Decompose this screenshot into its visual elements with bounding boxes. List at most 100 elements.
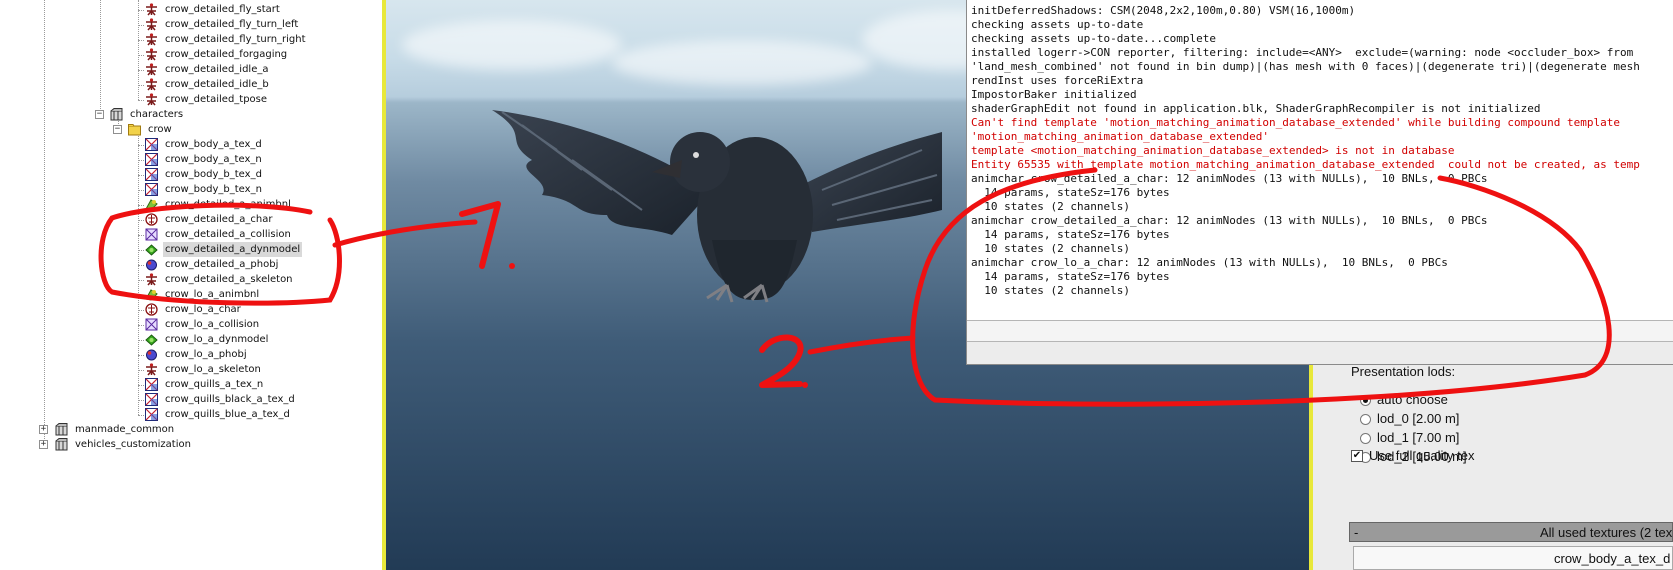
tree-item-label: characters bbox=[130, 109, 184, 120]
animbnl-icon bbox=[145, 288, 158, 301]
tree-connector bbox=[138, 220, 144, 221]
tree-item-crow-detailed-fly-start[interactable]: crow_detailed_fly_start bbox=[145, 2, 282, 17]
dynmodel-icon bbox=[145, 243, 158, 256]
texture-row-label: crow_body_a_tex_d bbox=[1554, 551, 1671, 566]
expand-vehicles-customization-toggle[interactable]: + bbox=[39, 440, 48, 449]
console-line: 10 states (2 channels) bbox=[971, 200, 1130, 213]
tree-item-crow-detailed-fly-turn-right[interactable]: crow_detailed_fly_turn_right bbox=[145, 32, 308, 47]
tree-item-crow-detailed-a-skeleton[interactable]: crow_detailed_a_skeleton bbox=[145, 272, 295, 287]
phobj-icon bbox=[145, 258, 158, 271]
tree-item-crow-quills-blue-a-tex-d[interactable]: crow_quills_blue_a_tex_d bbox=[145, 407, 292, 422]
tree-item-label: crow_quills_black_a_tex_d bbox=[165, 394, 295, 405]
tree-item-label: crow_detailed_idle_b bbox=[165, 79, 269, 90]
tree-item-crow-body-b-tex-n[interactable]: crow_body_b_tex_n bbox=[145, 182, 264, 197]
animbnl-icon bbox=[145, 198, 158, 211]
texture-icon bbox=[145, 393, 158, 406]
console-line: animchar crow_detailed_a_char: 12 animNo… bbox=[971, 172, 1488, 185]
tree-item-label: crow_detailed_forgaging bbox=[165, 49, 288, 60]
console-line: 14 params, stateSz=176 bytes bbox=[971, 270, 1170, 283]
tree-item-crow[interactable]: crow bbox=[128, 122, 174, 137]
tree-item-crow-detailed-idle-b[interactable]: crow_detailed_idle_b bbox=[145, 77, 271, 92]
skeleton-icon bbox=[145, 33, 158, 46]
skeleton-icon bbox=[145, 63, 158, 76]
tree-item-crow-quills-black-a-tex-d[interactable]: crow_quills_black_a_tex_d bbox=[145, 392, 297, 407]
lod-radio-label: lod_0 [2.00 m] bbox=[1377, 411, 1460, 426]
phobj-icon bbox=[145, 348, 158, 361]
tree-item-crow-body-b-tex-d[interactable]: crow_body_b_tex_d bbox=[145, 167, 264, 182]
console-log[interactable]: initDeferredShadows: CSM(2048,2x2,100m,0… bbox=[967, 0, 1673, 320]
tree-item-crow-lo-a-skeleton[interactable]: crow_lo_a_skeleton bbox=[145, 362, 263, 377]
viewport-border-left bbox=[382, 0, 386, 570]
tree-item-crow-lo-a-phobj[interactable]: crow_lo_a_phobj bbox=[145, 347, 249, 362]
tree-item-crow-detailed-a-phobj[interactable]: crow_detailed_a_phobj bbox=[145, 257, 280, 272]
tree-item-crow-lo-a-animbnl[interactable]: crow_lo_a_animbnl bbox=[145, 287, 261, 302]
console-command-input[interactable] bbox=[967, 320, 1673, 342]
lod-radio-0[interactable] bbox=[1360, 395, 1371, 406]
tree-item-crow-detailed-a-collision[interactable]: crow_detailed_a_collision bbox=[145, 227, 293, 242]
tree-connector bbox=[138, 325, 144, 326]
tree-item-label: crow_quills_a_tex_n bbox=[165, 379, 264, 390]
tree-item-characters[interactable]: characters bbox=[110, 107, 185, 122]
tree-item-crow-body-a-tex-n[interactable]: crow_body_a_tex_n bbox=[145, 152, 264, 167]
asset-tree[interactable]: crow_detailed_fly_start crow_detailed_fly… bbox=[0, 0, 382, 570]
texture-icon bbox=[145, 153, 158, 166]
tree-item-crow-detailed-fly-turn-left[interactable]: crow_detailed_fly_turn_left bbox=[145, 17, 300, 32]
tree-item-label: vehicles_customization bbox=[75, 439, 191, 450]
console-error-line: 'motion_matching_animation_database_exte… bbox=[971, 130, 1270, 143]
tree-item-label: crow_detailed_fly_turn_left bbox=[165, 19, 299, 30]
tree-connector bbox=[44, 0, 45, 445]
lod-radio-2[interactable] bbox=[1360, 433, 1371, 444]
collision-icon bbox=[145, 228, 158, 241]
tree-connector bbox=[138, 25, 144, 26]
tree-item-label: crow_detailed_a_skeleton bbox=[165, 274, 293, 285]
console-line: initDeferredShadows: CSM(2048,2x2,100m,0… bbox=[971, 4, 1356, 17]
tree-item-crow-detailed-a-dynmodel[interactable]: crow_detailed_a_dynmodel bbox=[145, 242, 303, 257]
tree-item-label: crow_lo_a_animbnl bbox=[165, 289, 260, 300]
use-full-quality-checkbox[interactable]: ✔ bbox=[1351, 450, 1363, 462]
skeleton-icon bbox=[145, 273, 158, 286]
tree-item-crow-detailed-a-animbnl[interactable]: crow_detailed_a_animbnl bbox=[145, 197, 293, 212]
tree-connector bbox=[138, 85, 144, 86]
lod-radio-1[interactable] bbox=[1360, 414, 1371, 425]
console-line: animchar crow_detailed_a_char: 12 animNo… bbox=[971, 214, 1488, 227]
tree-item-crow-lo-a-char[interactable]: crow_lo_a_char bbox=[145, 302, 243, 317]
tree-connector bbox=[138, 205, 144, 206]
textures-header-label: All used textures (2 tex bbox=[1540, 525, 1673, 540]
texture-icon bbox=[145, 183, 158, 196]
collapse-characters-toggle[interactable]: − bbox=[95, 110, 104, 119]
tree-item-crow-quills-a-tex-n[interactable]: crow_quills_a_tex_n bbox=[145, 377, 265, 392]
textures-section-header[interactable]: - All used textures (2 tex bbox=[1349, 522, 1673, 542]
tree-item-crow-body-a-tex-d[interactable]: crow_body_a_tex_d bbox=[145, 137, 264, 152]
texture-icon bbox=[145, 168, 158, 181]
tree-item-crow-detailed-tpose[interactable]: crow_detailed_tpose bbox=[145, 92, 269, 107]
tree-item-manmade-common[interactable]: manmade_common bbox=[55, 422, 176, 437]
tree-connector bbox=[138, 175, 144, 176]
console-line: 14 params, stateSz=176 bytes bbox=[971, 186, 1170, 199]
tree-item-crow-detailed-forgaging[interactable]: crow_detailed_forgaging bbox=[145, 47, 289, 62]
tree-connector bbox=[138, 400, 144, 401]
console-line: checking assets up-to-date bbox=[971, 18, 1144, 31]
console-line: 10 states (2 channels) bbox=[971, 242, 1130, 255]
tree-item-vehicles-customization[interactable]: vehicles_customization bbox=[55, 437, 193, 452]
tree-connector bbox=[138, 385, 144, 386]
console-error-line: Can't find template 'motion_matching_ani… bbox=[971, 116, 1621, 129]
tree-item-crow-detailed-idle-a[interactable]: crow_detailed_idle_a bbox=[145, 62, 270, 77]
tree-item-label: crow_lo_a_collision bbox=[165, 319, 260, 330]
tree-item-label: crow_detailed_idle_a bbox=[165, 64, 269, 75]
collapse-crow-toggle[interactable]: − bbox=[113, 125, 122, 134]
tree-connector bbox=[138, 160, 144, 161]
tree-connector bbox=[138, 145, 144, 146]
tree-item-label: crow_lo_a_phobj bbox=[165, 349, 247, 360]
collapse-icon[interactable]: - bbox=[1354, 525, 1358, 540]
tree-item-crow-lo-a-collision[interactable]: crow_lo_a_collision bbox=[145, 317, 261, 332]
tree-connector bbox=[138, 295, 144, 296]
properties-panel: Presentation lods: auto choose lod_0 [2.0… bbox=[1313, 364, 1673, 570]
console-line: installed logerr->CON reporter, filterin… bbox=[971, 46, 1634, 59]
tree-item-crow-lo-a-dynmodel[interactable]: crow_lo_a_dynmodel bbox=[145, 332, 270, 347]
tree-item-crow-detailed-a-char[interactable]: crow_detailed_a_char bbox=[145, 212, 275, 227]
texture-row[interactable]: crow_body_a_tex_d bbox=[1353, 546, 1673, 570]
expand-manmade-common-toggle[interactable]: + bbox=[39, 425, 48, 434]
tree-connector bbox=[138, 355, 144, 356]
folder-icon bbox=[128, 123, 141, 136]
tree-item-label: crow_quills_blue_a_tex_d bbox=[165, 409, 290, 420]
